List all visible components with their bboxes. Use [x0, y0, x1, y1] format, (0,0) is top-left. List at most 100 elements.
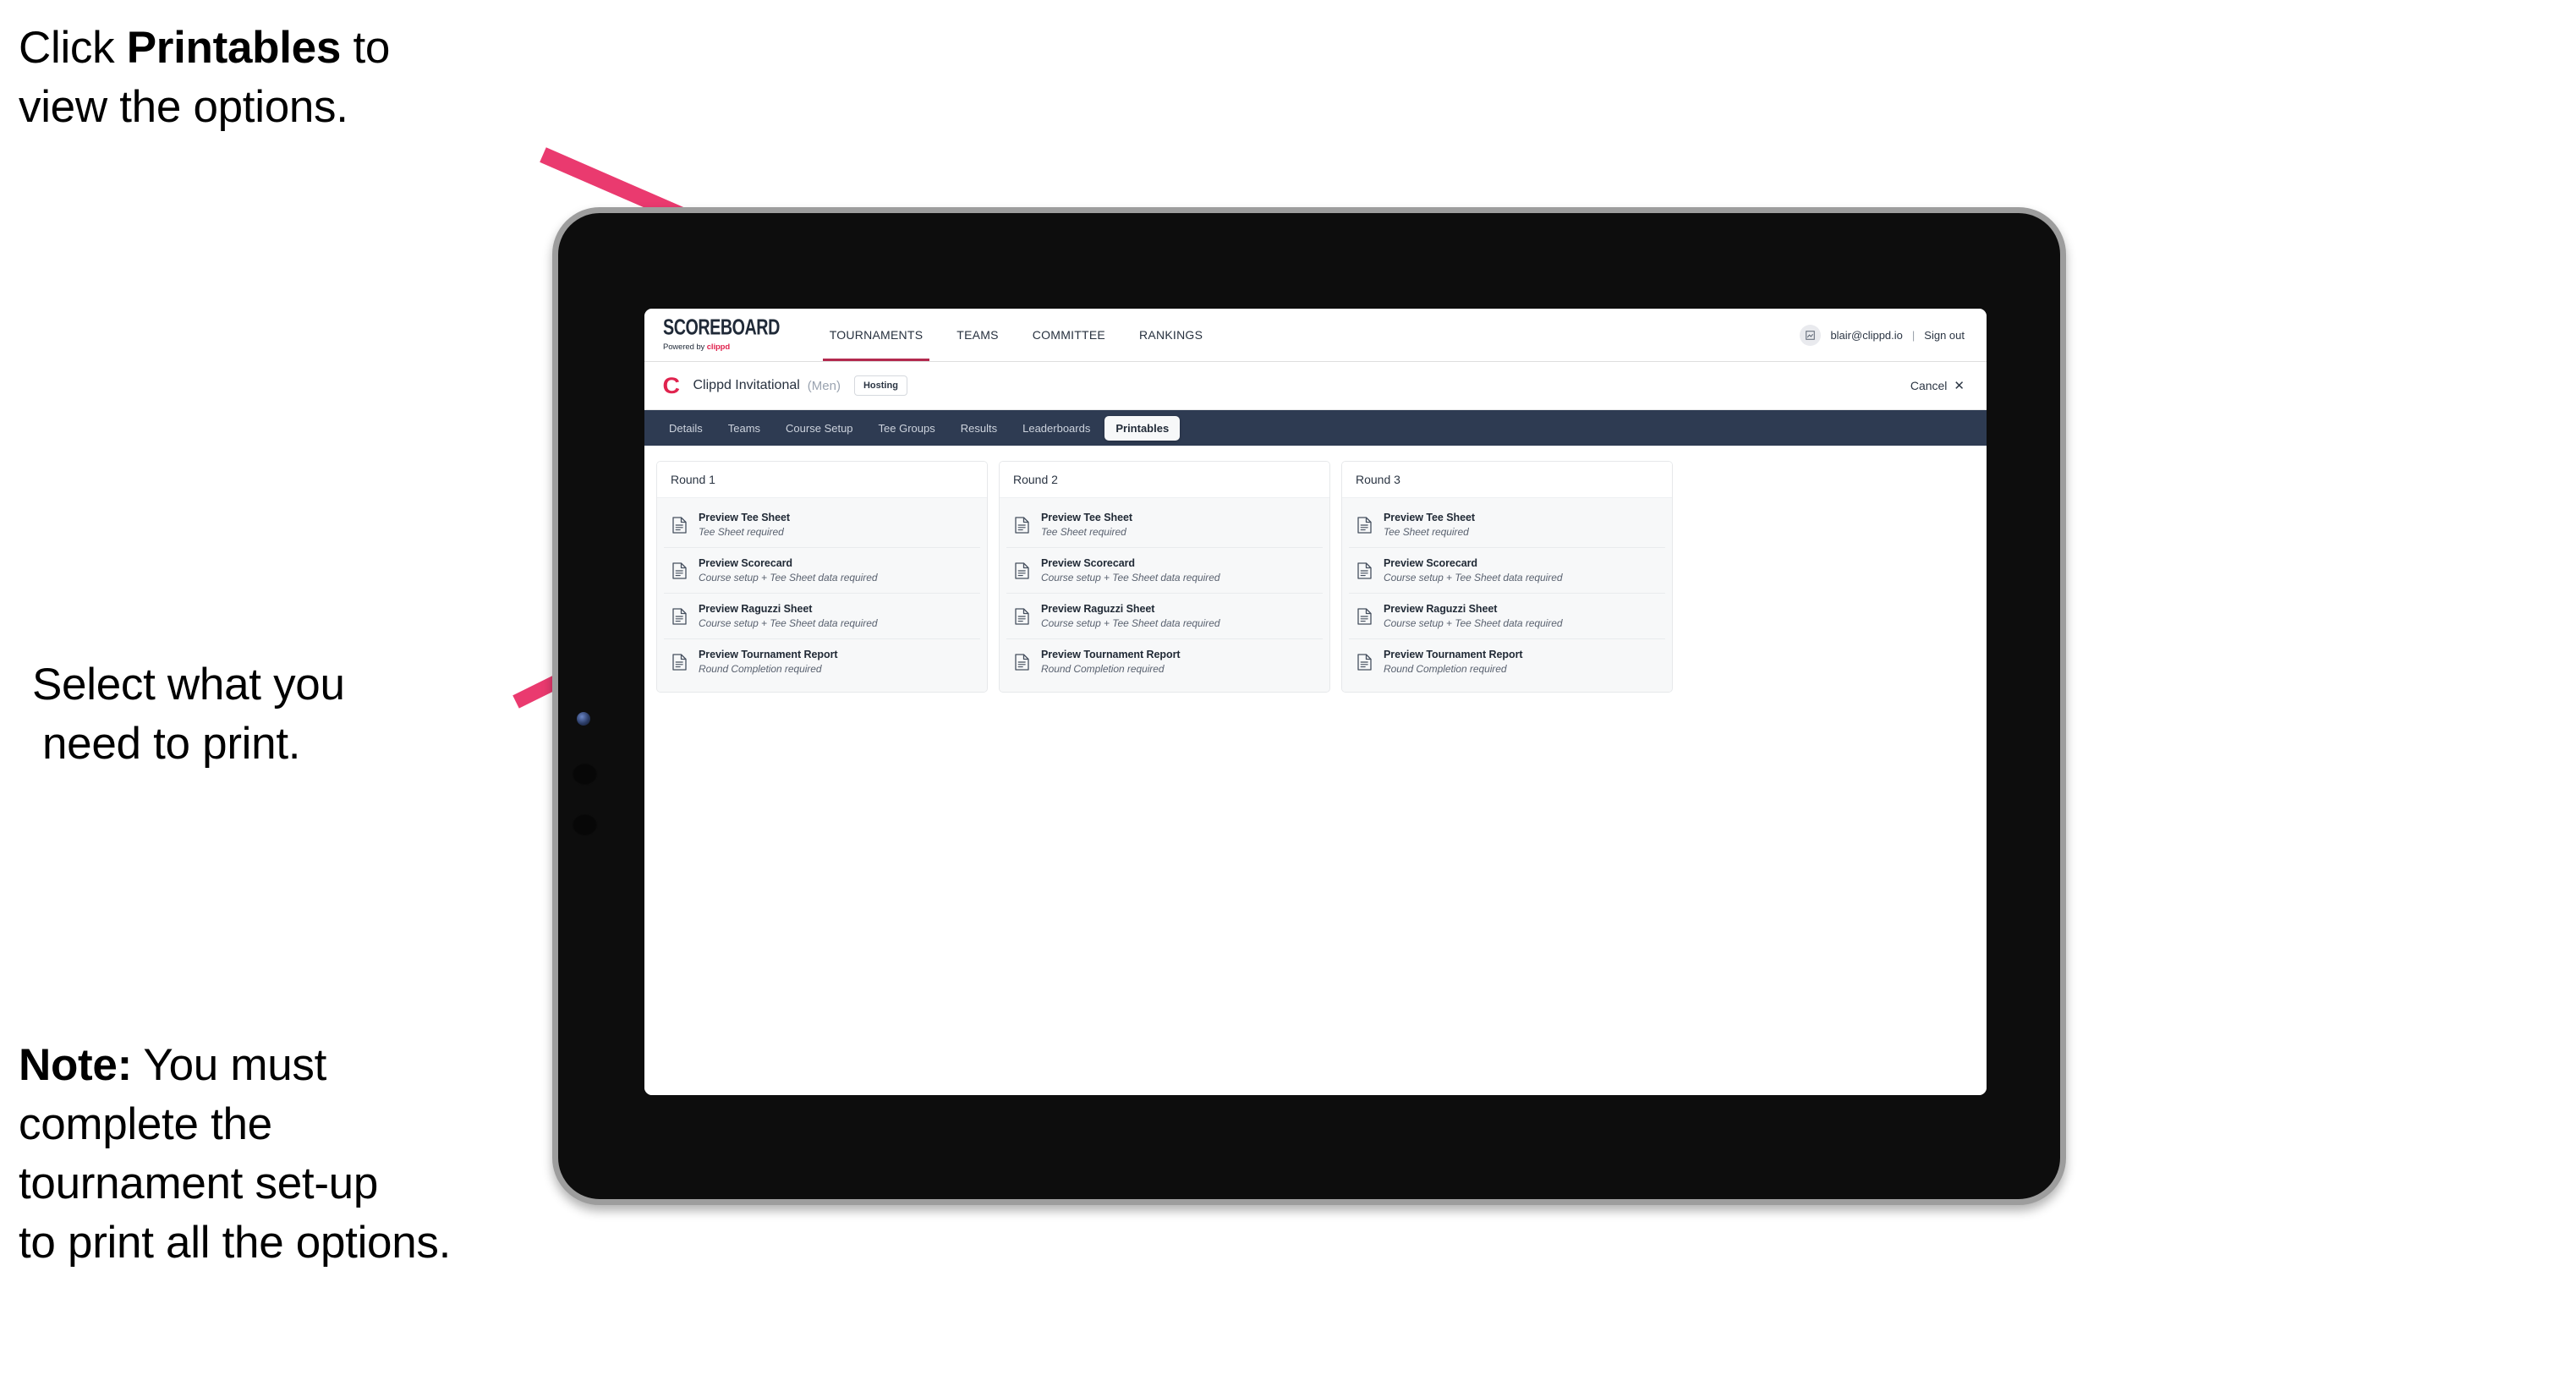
list-item-title: Preview Tee Sheet [1384, 512, 1476, 523]
brand-title: SCOREBOARD [663, 315, 780, 340]
list-item-texts: Preview Scorecard Course setup + Tee She… [1384, 557, 1563, 583]
list-item-texts: Preview Tournament Report Round Completi… [1384, 649, 1523, 675]
tab-course-setup[interactable]: Course Setup [775, 416, 864, 441]
list-item[interactable]: Preview Tournament Report Round Completi… [664, 639, 980, 684]
round-column-2: Round 2 Preview Tee Sheet Tee Sheet requ… [999, 461, 1330, 693]
round-column-1: Round 1 Preview Tee Sheet Tee Sheet requ… [656, 461, 988, 693]
round-column-3: Round 3 Preview Tee Sheet Tee Sheet requ… [1341, 461, 1673, 693]
camera-icon [577, 712, 590, 726]
list-item-title: Preview Raguzzi Sheet [1041, 603, 1155, 615]
list-item-subtitle: Tee Sheet required [1384, 526, 1469, 538]
list-item-title: Preview Scorecard [699, 557, 793, 569]
tab-results[interactable]: Results [950, 416, 1008, 441]
list-item-texts: Preview Tournament Report Round Completi… [1041, 649, 1181, 675]
avatar-glyph-icon [1806, 330, 1816, 340]
list-item-title: Preview Raguzzi Sheet [699, 603, 813, 615]
tab-details[interactable]: Details [658, 416, 714, 441]
nav-item-teams[interactable]: TEAMS [940, 309, 1015, 361]
account-area: blair@clippd.io | Sign out [1800, 309, 1987, 361]
document-icon [672, 653, 687, 671]
tab-printables[interactable]: Printables [1104, 415, 1181, 441]
list-item-title: Preview Scorecard [1041, 557, 1136, 569]
global-header: SCOREBOARD Powered by clippd TOURNAMENTS… [644, 309, 1987, 362]
list-item-title: Preview Raguzzi Sheet [1384, 603, 1498, 615]
list-item-texts: Preview Raguzzi Sheet Course setup + Tee… [1384, 603, 1563, 629]
document-icon [1357, 607, 1372, 625]
list-item-subtitle: Course setup + Tee Sheet data required [1384, 617, 1563, 629]
list-item[interactable]: Preview Scorecard Course setup + Tee She… [664, 548, 980, 594]
list-item-title: Preview Tee Sheet [699, 512, 791, 523]
document-icon [1357, 562, 1372, 579]
document-icon [672, 607, 687, 625]
list-item[interactable]: Preview Raguzzi Sheet Course setup + Tee… [664, 594, 980, 639]
close-icon: ✕ [1954, 379, 1965, 393]
brand-subtitle: Powered by clippd [663, 342, 787, 352]
scoreboard-logo[interactable]: SCOREBOARD Powered by clippd [663, 309, 813, 361]
list-item[interactable]: Preview Tournament Report Round Completi… [1006, 639, 1323, 684]
section-tab-bar: Details Teams Course Setup Tee Groups Re… [644, 410, 1987, 446]
tab-teams[interactable]: Teams [717, 416, 771, 441]
tab-tee-groups[interactable]: Tee Groups [868, 416, 946, 441]
global-nav-items: TOURNAMENTS TEAMS COMMITTEE RANKINGS [813, 309, 1219, 361]
tab-leaderboards[interactable]: Leaderboards [1011, 416, 1101, 441]
list-item-subtitle: Round Completion required [699, 663, 822, 675]
list-item[interactable]: Preview Raguzzi Sheet Course setup + Tee… [1349, 594, 1665, 639]
nav-item-committee[interactable]: COMMITTEE [1016, 309, 1122, 361]
brand-sub-prefix: Powered by [663, 342, 707, 352]
round-items-1: Preview Tee Sheet Tee Sheet required Pre… [657, 498, 987, 692]
annotation-mid-line1: Select what you [32, 660, 345, 709]
cancel-label: Cancel [1910, 379, 1948, 392]
annotation-click-printables: Click Printables to view the options. [19, 19, 577, 137]
list-item-title: Preview Scorecard [1384, 557, 1478, 569]
nav-item-rankings[interactable]: RANKINGS [1122, 309, 1219, 361]
annotation-note-label: Note: [19, 1040, 132, 1090]
header-separator: | [1911, 328, 1916, 342]
list-item-title: Preview Tee Sheet [1041, 512, 1133, 523]
list-item-subtitle: Course setup + Tee Sheet data required [699, 572, 878, 583]
list-item-subtitle: Tee Sheet required [1041, 526, 1126, 538]
list-item-subtitle: Round Completion required [1384, 663, 1507, 675]
cancel-button[interactable]: Cancel ✕ [1910, 378, 1965, 393]
app-screen: SCOREBOARD Powered by clippd TOURNAMENTS… [644, 309, 1987, 1095]
sign-out-link[interactable]: Sign out [1924, 329, 1965, 342]
list-item-title: Preview Tournament Report [1041, 649, 1181, 660]
round-items-2: Preview Tee Sheet Tee Sheet required Pre… [1000, 498, 1329, 692]
list-item-texts: Preview Tee Sheet Tee Sheet required [1041, 512, 1132, 538]
user-email: blair@clippd.io [1830, 328, 1903, 342]
list-item[interactable]: Preview Raguzzi Sheet Course setup + Tee… [1006, 594, 1323, 639]
list-item-subtitle: Course setup + Tee Sheet data required [1041, 572, 1220, 583]
round-items-3: Preview Tee Sheet Tee Sheet required Pre… [1342, 498, 1672, 692]
list-item[interactable]: Preview Tee Sheet Tee Sheet required [1006, 502, 1323, 548]
tournament-header-bar: C Clippd Invitational (Men) Hosting Canc… [644, 362, 1987, 410]
list-item[interactable]: Preview Scorecard Course setup + Tee She… [1349, 548, 1665, 594]
list-item[interactable]: Preview Tee Sheet Tee Sheet required [1349, 502, 1665, 548]
list-item[interactable]: Preview Tournament Report Round Completi… [1349, 639, 1665, 684]
annotation-mid-line2: need to print. [42, 718, 301, 769]
brand-sub-clippd: clippd [706, 342, 731, 352]
list-item-subtitle: Round Completion required [1041, 663, 1165, 675]
document-icon [1015, 562, 1029, 579]
list-item-subtitle: Course setup + Tee Sheet data required [1041, 617, 1220, 629]
list-item-title: Preview Tournament Report [699, 649, 838, 660]
status-badge: Hosting [853, 375, 907, 396]
annotation-top-text-pre: Click [19, 23, 127, 73]
avatar[interactable] [1800, 324, 1822, 346]
list-item-subtitle: Course setup + Tee Sheet data required [1384, 572, 1563, 583]
nav-item-tournaments[interactable]: TOURNAMENTS [813, 309, 940, 361]
bezel-button-two[interactable] [572, 814, 598, 836]
annotation-note-line1: You must [131, 1040, 327, 1090]
list-item-texts: Preview Tee Sheet Tee Sheet required [699, 512, 790, 538]
tablet-device-frame: SCOREBOARD Powered by clippd TOURNAMENTS… [552, 207, 2066, 1205]
list-item-subtitle: Tee Sheet required [699, 526, 784, 538]
printables-content: Round 1 Preview Tee Sheet Tee Sheet requ… [644, 446, 1987, 1095]
list-item[interactable]: Preview Scorecard Course setup + Tee She… [1006, 548, 1323, 594]
round-title: Round 1 [657, 462, 987, 498]
tournament-gender: (Men) [807, 378, 841, 393]
list-item[interactable]: Preview Tee Sheet Tee Sheet required [664, 502, 980, 548]
document-icon [672, 516, 687, 534]
annotation-note-line4: to print all the options. [19, 1217, 452, 1268]
list-item-subtitle: Course setup + Tee Sheet data required [699, 617, 878, 629]
list-item-texts: Preview Scorecard Course setup + Tee She… [699, 557, 878, 583]
annotation-select-to-print: Select what you need to print. [32, 655, 556, 774]
bezel-button-one[interactable] [572, 763, 598, 786]
